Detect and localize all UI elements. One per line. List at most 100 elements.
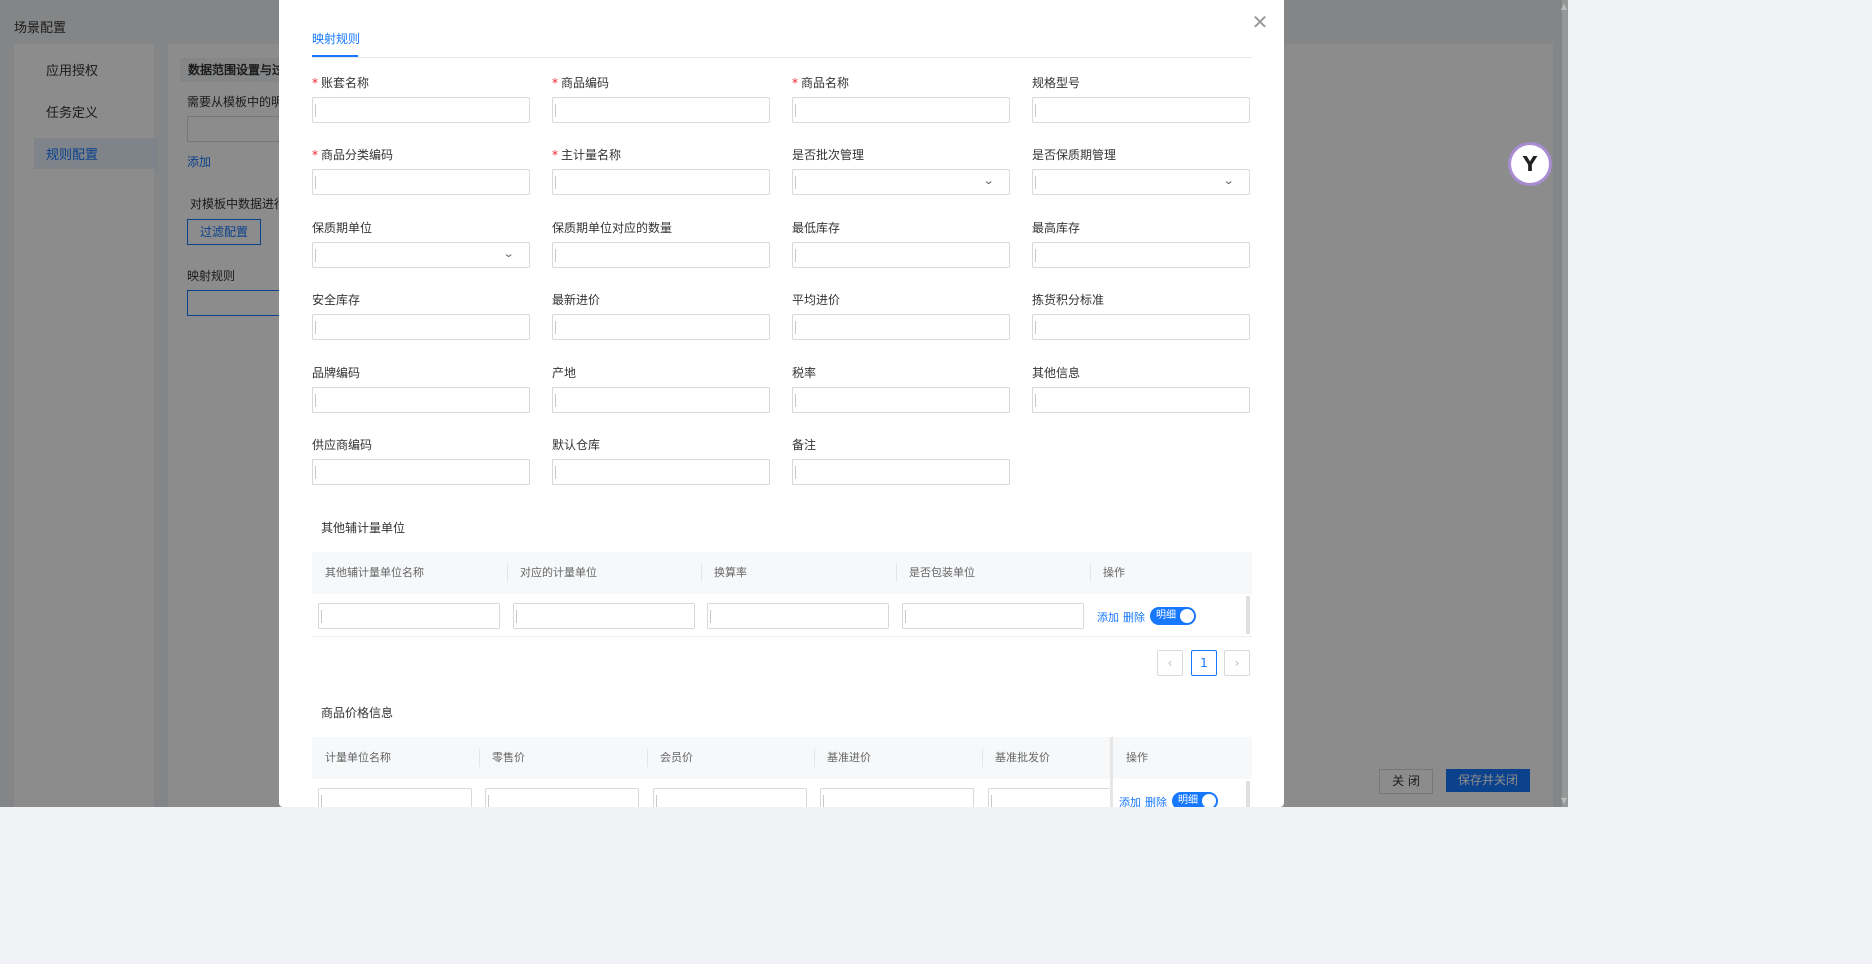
is-package-unit-input[interactable]	[902, 603, 1084, 629]
field-label-text: 商品分类编码	[321, 148, 394, 162]
tab-mapping-rule[interactable]: 映射规则	[312, 30, 360, 47]
field-label-text: 品牌编码	[312, 366, 361, 380]
column-header: 基准进价	[827, 751, 871, 764]
field-label-text: 供应商编码	[312, 438, 373, 452]
field-input[interactable]	[552, 387, 770, 413]
detail-toggle[interactable]: 明细	[1150, 607, 1196, 625]
table-row: 添加 删除 明细	[312, 594, 1252, 637]
field-label: * 商品分类编码	[312, 146, 393, 163]
field-input[interactable]	[552, 169, 770, 195]
chevron-down-icon: ⌄	[1222, 174, 1235, 187]
scroll-up-icon[interactable]: ▲	[1561, 2, 1567, 11]
field-input[interactable]	[312, 97, 530, 123]
page-scrollbar[interactable]: ▲ ▼	[1561, 0, 1568, 807]
member-price-input[interactable]	[653, 788, 807, 807]
field-label: 默认仓库	[552, 436, 600, 453]
assistant-float-button[interactable]: Y	[1511, 145, 1549, 183]
field-label: 供应商编码	[312, 436, 372, 453]
field-input[interactable]	[1032, 314, 1250, 340]
field-input[interactable]	[312, 387, 530, 413]
field-select[interactable]: ⌄	[312, 242, 530, 268]
field-input[interactable]	[792, 387, 1010, 413]
field-select[interactable]: ⌄	[1032, 169, 1250, 195]
field-label: 品牌编码	[312, 364, 360, 381]
aux-unit-ref-input[interactable]	[513, 603, 695, 629]
field-label: 最高库存	[1032, 219, 1080, 236]
field-input[interactable]	[552, 97, 770, 123]
field-label-text: 最高库存	[1032, 221, 1081, 235]
field-label: 最低库存	[792, 219, 840, 236]
field-label: 备注	[792, 436, 816, 453]
field-input[interactable]	[792, 242, 1010, 268]
column-header: 是否包装单位	[909, 566, 975, 579]
row-delete-link[interactable]: 删除	[1123, 609, 1145, 625]
chevron-down-icon: ⌄	[982, 174, 995, 187]
base-purchase-price-input[interactable]	[820, 788, 974, 807]
price-unit-name-input[interactable]	[318, 788, 472, 807]
field-label: 其他信息	[1032, 364, 1080, 381]
row-delete-link[interactable]: 删除	[1145, 794, 1167, 807]
page-1-button[interactable]: 1	[1191, 650, 1217, 676]
tab-divider	[312, 57, 1252, 58]
next-page-button[interactable]: ›	[1224, 650, 1250, 676]
field-label-text: 其他信息	[1032, 366, 1081, 380]
field-label-text: 商品名称	[801, 76, 850, 90]
field-label: 是否保质期管理	[1032, 146, 1116, 163]
field-label: 产地	[552, 364, 576, 381]
field-label: * 商品名称	[792, 74, 849, 91]
scroll-down-icon[interactable]: ▼	[1561, 796, 1567, 805]
field-label-text: 保质期单位对应的数量	[552, 221, 673, 235]
field-input[interactable]	[792, 459, 1010, 485]
required-asterisk: *	[792, 76, 798, 90]
detail-toggle-label: 明细	[1178, 795, 1198, 806]
row-scrollbar[interactable]	[1246, 781, 1250, 807]
column-header: 操作	[1126, 751, 1148, 764]
column-header: 对应的计量单位	[520, 566, 597, 579]
field-label: 平均进价	[792, 291, 840, 308]
field-input[interactable]	[312, 314, 530, 340]
field-label: 拣货积分标准	[1032, 291, 1104, 308]
field-label-text: 最新进价	[552, 293, 601, 307]
base-wholesale-price-input[interactable]	[988, 788, 1110, 807]
table-row: 添加 删除 明细	[312, 779, 1252, 807]
field-input[interactable]	[552, 314, 770, 340]
assistant-logo-icon: Y	[1522, 152, 1538, 176]
retail-price-input[interactable]	[485, 788, 639, 807]
field-input[interactable]	[1032, 97, 1250, 123]
column-header: 零售价	[492, 751, 525, 764]
field-input[interactable]	[792, 97, 1010, 123]
row-scrollbar[interactable]	[1246, 596, 1250, 634]
field-label-text: 平均进价	[792, 293, 841, 307]
field-label-text: 主计量名称	[561, 148, 622, 162]
column-header: 换算率	[714, 566, 747, 579]
price-info-title: 商品价格信息	[321, 706, 394, 720]
conversion-rate-input[interactable]	[707, 603, 889, 629]
column-header: 会员价	[660, 751, 693, 764]
field-label: * 账套名称	[312, 74, 369, 91]
field-input[interactable]	[1032, 387, 1250, 413]
field-input[interactable]	[792, 314, 1010, 340]
field-input[interactable]	[312, 169, 530, 195]
field-label: * 主计量名称	[552, 146, 621, 163]
row-add-link[interactable]: 添加	[1119, 794, 1141, 807]
field-label-text: 账套名称	[321, 76, 370, 90]
prev-page-button[interactable]: ‹	[1157, 650, 1183, 676]
field-label-text: 最低库存	[792, 221, 841, 235]
field-input[interactable]	[552, 459, 770, 485]
field-label-text: 规格型号	[1032, 76, 1081, 90]
detail-toggle-label: 明细	[1156, 610, 1176, 621]
detail-toggle[interactable]: 明细	[1172, 792, 1218, 807]
field-input[interactable]	[552, 242, 770, 268]
required-asterisk: *	[552, 148, 558, 162]
field-label-text: 产地	[552, 366, 577, 380]
row-add-link[interactable]: 添加	[1097, 609, 1119, 625]
field-label: 保质期单位	[312, 219, 372, 236]
field-select[interactable]: ⌄	[792, 169, 1010, 195]
field-input[interactable]	[1032, 242, 1250, 268]
field-label-text: 默认仓库	[552, 438, 601, 452]
field-label-text: 备注	[792, 438, 817, 452]
field-input[interactable]	[312, 459, 530, 485]
aux-unit-name-input[interactable]	[318, 603, 500, 629]
field-label: 税率	[792, 364, 816, 381]
close-icon[interactable]: ✕	[1250, 12, 1270, 32]
